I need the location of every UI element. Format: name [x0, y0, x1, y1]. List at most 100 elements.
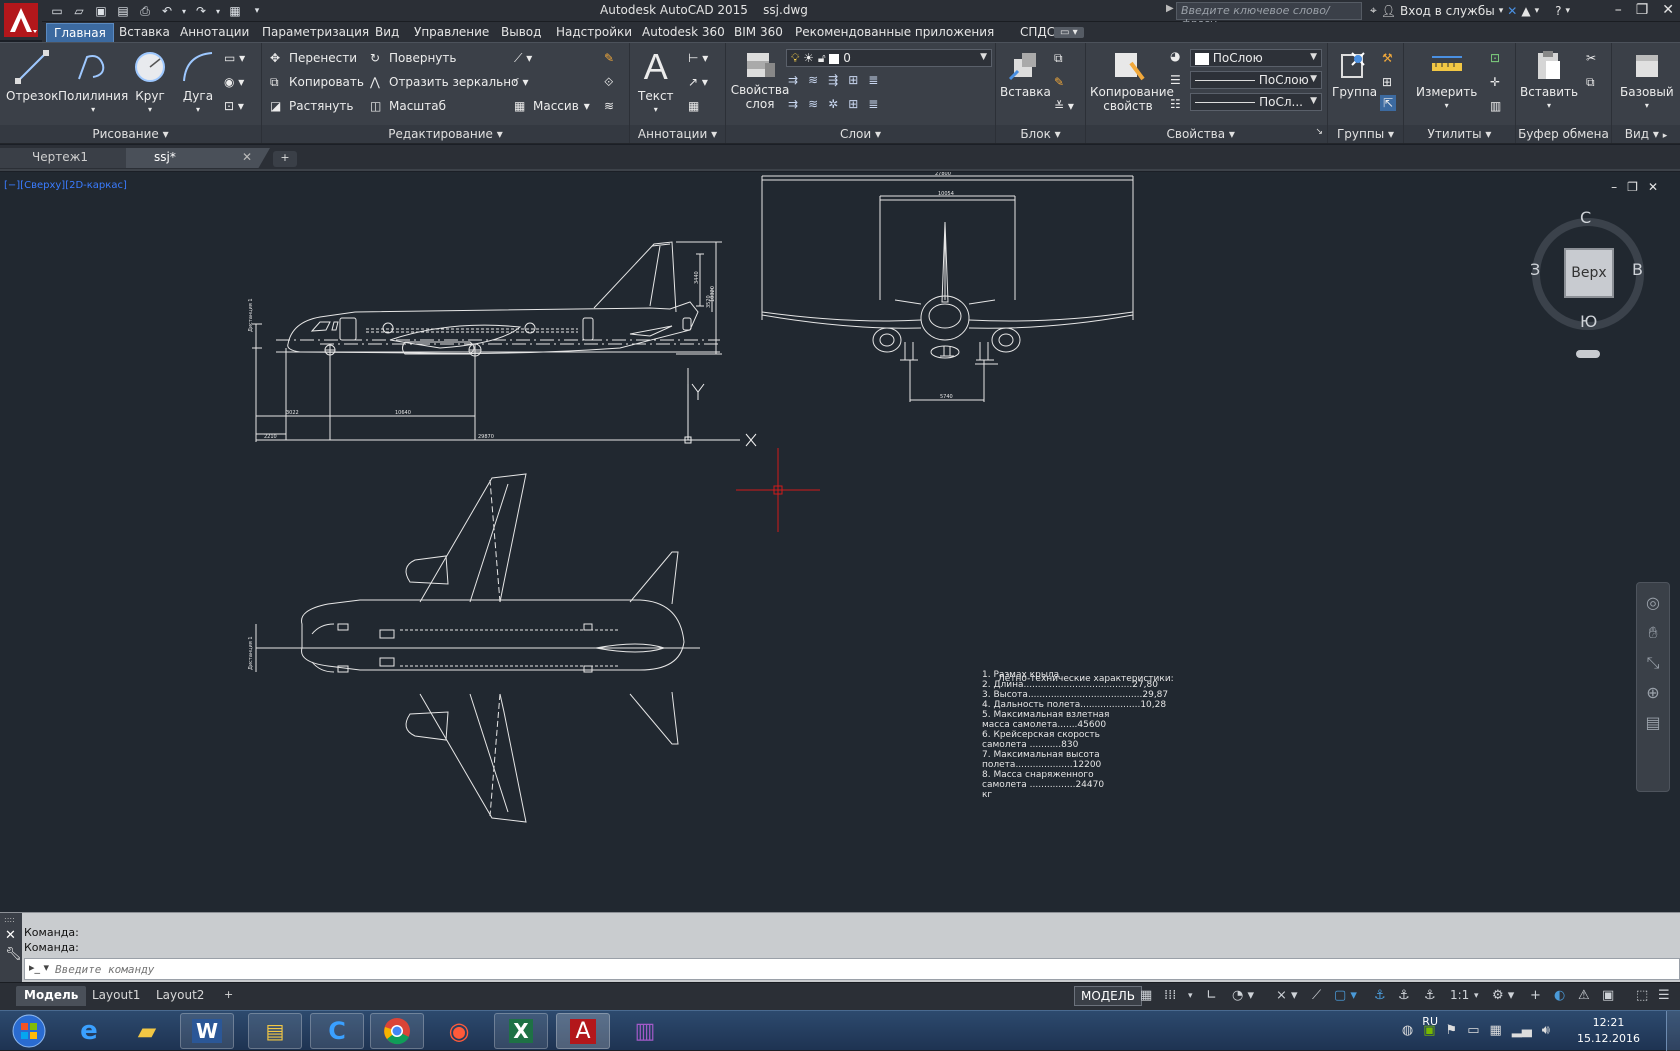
trim-icon[interactable]: ⟋ ▾: [514, 51, 532, 66]
dropdown-icon[interactable]: ▾: [214, 3, 222, 19]
undo-icon[interactable]: ↶: [158, 3, 176, 19]
print-icon[interactable]: ⎙: [136, 3, 154, 19]
wcs-menu-button[interactable]: [1576, 350, 1600, 358]
scale-button[interactable]: ◫ Масштаб: [370, 99, 446, 113]
tab-output[interactable]: Вывод: [501, 25, 541, 39]
color-dropdown[interactable]: ПоСлою ▼: [1190, 49, 1322, 67]
taskbar-chrome[interactable]: [370, 1013, 424, 1049]
tab-view[interactable]: Вид: [375, 25, 399, 39]
taskbar-ccleaner[interactable]: C: [310, 1013, 364, 1049]
layer-off-icon[interactable]: ≋: [808, 97, 818, 111]
hatch-icon[interactable]: ◉ ▾: [224, 75, 244, 89]
compass-west[interactable]: З: [1530, 260, 1540, 279]
new-icon[interactable]: ▭: [48, 3, 66, 19]
panel-view-title[interactable]: Вид ▾ ▸: [1612, 125, 1680, 143]
layer-dropdown[interactable]: 💡︎ ☀ 🔓︎ 0 ▼: [786, 49, 992, 67]
model-space-button[interactable]: МОДЕЛЬ: [1074, 986, 1143, 1006]
workspace-icon[interactable]: ▦: [226, 3, 244, 19]
copy-clip-icon[interactable]: ⧉: [1586, 75, 1595, 90]
steering-wheel-icon[interactable]: ◎: [1643, 593, 1663, 613]
arc-button[interactable]: Дуга ▾: [180, 49, 216, 117]
zoom-icon[interactable]: ⤡: [1643, 653, 1663, 673]
ungroup-icon[interactable]: ⚒: [1382, 51, 1393, 65]
binoculars-icon[interactable]: ⌖: [1370, 3, 1377, 18]
lineweight-dropdown[interactable]: ПоСл... ▼: [1190, 93, 1322, 111]
add-layout-icon[interactable]: +: [216, 986, 241, 1006]
tab-layout1[interactable]: Layout1: [84, 986, 148, 1006]
settings-wrench-icon[interactable]: 🔧︎: [0, 945, 22, 964]
array-button[interactable]: ▦ Массив ▾: [514, 99, 590, 113]
annotation-scale-icon[interactable]: ⚓︎: [1424, 988, 1436, 1003]
layer-walk-icon[interactable]: ≣: [868, 97, 878, 111]
tab-annotate[interactable]: Аннотации: [180, 25, 249, 39]
command-prompt-icon[interactable]: ▸_ ▾: [29, 961, 49, 974]
showmotion-icon[interactable]: ▤: [1643, 713, 1663, 733]
taskbar-calculator[interactable]: ▤: [248, 1013, 302, 1049]
tab-manage[interactable]: Управление: [414, 25, 489, 39]
insert-block-button[interactable]: Вставка: [1000, 49, 1051, 99]
tab-spds[interactable]: СПДС: [1020, 25, 1055, 39]
snap-icon[interactable]: ⁞⁞⁞: [1164, 988, 1176, 1003]
compass-south[interactable]: Ю: [1580, 312, 1597, 331]
circle-button[interactable]: Круг ▾: [132, 49, 168, 117]
compass-north[interactable]: С: [1580, 208, 1591, 227]
a360-icon[interactable]: ▲: [1521, 4, 1530, 18]
orbit-icon[interactable]: ⊕: [1643, 683, 1663, 703]
tab-model[interactable]: Модель: [16, 986, 87, 1006]
fullscreen-icon[interactable]: ⬚: [1636, 988, 1648, 1003]
ortho-icon[interactable]: ∟: [1206, 988, 1217, 1003]
layer-properties-button[interactable]: Свойства слоя: [730, 49, 790, 111]
close-icon[interactable]: ✕: [0, 926, 22, 945]
group-button[interactable]: Группа: [1332, 49, 1377, 99]
erase-icon[interactable]: ✎: [604, 51, 614, 65]
layer-prev-icon[interactable]: ≋: [808, 73, 818, 87]
tray-volume-icon[interactable]: 🔊︎: [1542, 1023, 1550, 1038]
leader-icon[interactable]: ↗ ▾: [688, 75, 708, 89]
restore-icon[interactable]: ❐: [1636, 2, 1649, 18]
auto-scale-icon[interactable]: ⚓︎: [1398, 988, 1410, 1003]
expand-arrow-icon[interactable]: ▶: [1166, 3, 1174, 14]
tab-insert[interactable]: Вставка: [119, 25, 170, 39]
chevron-down-icon[interactable]: ▾: [1188, 991, 1193, 1001]
viewcube-top-face[interactable]: Верх: [1564, 248, 1614, 298]
show-desktop-button[interactable]: [1666, 1011, 1680, 1051]
customize-qat-icon[interactable]: ▾: [248, 3, 266, 19]
scale-value[interactable]: 1:1: [1450, 988, 1469, 1002]
tray-nvidia-icon[interactable]: ▣: [1423, 1023, 1435, 1038]
panel-utilities-title[interactable]: Утилиты ▾: [1404, 125, 1515, 143]
cut-icon[interactable]: ✂: [1586, 51, 1596, 65]
save-as-icon[interactable]: ▤: [114, 3, 132, 19]
move-button[interactable]: ✥ Перенести: [270, 51, 357, 65]
osnap-icon[interactable]: ▢ ▾: [1334, 988, 1357, 1003]
tab-addins[interactable]: Надстройки: [556, 25, 632, 39]
taskbar-explorer[interactable]: ▰: [120, 1013, 174, 1049]
tab-bim360[interactable]: BIM 360: [734, 25, 783, 39]
block-attr-icon[interactable]: ≚ ▾: [1054, 99, 1074, 113]
taskbar-excel[interactable]: X: [494, 1013, 548, 1049]
layer-state-icon[interactable]: ≣: [868, 73, 878, 87]
tray-signal-icon[interactable]: ▂▄: [1512, 1023, 1532, 1038]
command-input-box[interactable]: ▸_ ▾: [24, 958, 1680, 980]
linetype-icon[interactable]: ☰: [1170, 73, 1181, 87]
save-icon[interactable]: ▣: [92, 3, 110, 19]
tab-home[interactable]: Главная: [46, 23, 114, 43]
taskbar-winrar[interactable]: ▥: [618, 1013, 672, 1049]
group-select-icon[interactable]: ⇱: [1380, 95, 1397, 111]
tab-featured-apps[interactable]: Рекомендованные приложения: [795, 25, 994, 39]
polar-icon[interactable]: ◔ ▾: [1232, 988, 1254, 1003]
command-input[interactable]: [55, 961, 1655, 977]
drawing-canvas[interactable]: [−][Сверху][2D-каркас] – ❐ ✕ 3022 10640 …: [0, 172, 1680, 912]
point-icon[interactable]: ✛: [1490, 75, 1500, 89]
table-icon[interactable]: ▦: [688, 99, 699, 113]
offset-icon[interactable]: ≋: [604, 99, 614, 113]
fillet-icon[interactable]: ◜ ▾: [514, 75, 528, 89]
panel-groups-title[interactable]: Группы ▾: [1328, 125, 1403, 143]
help-icon[interactable]: ?: [1555, 4, 1561, 18]
new-tab-button[interactable]: +: [273, 151, 297, 167]
match-properties-button[interactable]: Копирование свойств: [1090, 49, 1174, 113]
file-tab-drawing1[interactable]: Чертеж1: [0, 148, 142, 168]
minimize-icon[interactable]: –: [1615, 2, 1622, 18]
application-menu-button[interactable]: [0, 0, 42, 40]
panel-layers-title[interactable]: Слои ▾: [726, 125, 995, 143]
tab-parametric[interactable]: Параметризация: [262, 25, 369, 39]
